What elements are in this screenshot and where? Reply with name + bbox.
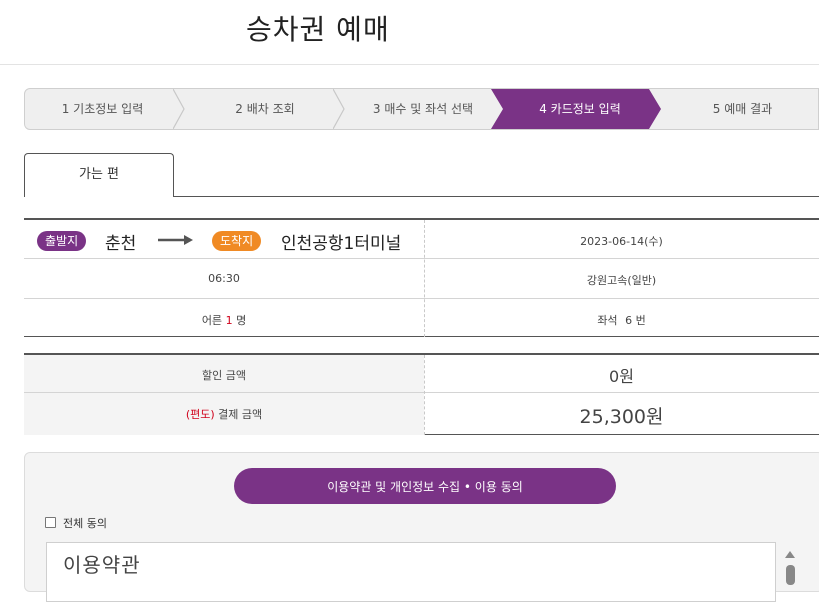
seat-unit: 번 <box>635 314 646 327</box>
title-divider <box>0 64 819 65</box>
all-agree-label[interactable]: 전체 동의 <box>63 515 107 531</box>
tab-outbound-label: 가는 편 <box>78 167 119 182</box>
terms-box[interactable]: 이용약관 <box>46 542 776 602</box>
step-5-label: 5 예매 결과 <box>712 102 773 116</box>
payment-label: 결제 금액 <box>218 408 263 421</box>
terms-title: 이용약관 <box>63 553 141 577</box>
scroll-up-icon[interactable] <box>785 551 795 558</box>
payment-value: 25,300원 <box>579 406 664 428</box>
arrow-right-icon <box>158 235 193 245</box>
page-title: 승차권 예매 <box>246 13 390 46</box>
payment-label-cell: (편도) 결제 금액 <box>24 406 424 422</box>
seat-info: 좌석 6 번 <box>424 312 819 328</box>
step-4: 4 카드정보 입력 <box>495 89 665 129</box>
trip-info-table: 출발지 춘천 도착지 인천공항1터미널 2023-06-14(수) 06:30 … <box>24 218 819 337</box>
step-2: 2 배차 조회 <box>185 89 345 129</box>
bus-company: 강원고속(일반) <box>586 274 657 287</box>
step-3: 3 매수 및 좌석 선택 <box>345 89 501 129</box>
tab-outbound[interactable]: 가는 편 <box>24 153 174 197</box>
price-row-divider <box>24 392 819 393</box>
step-separator-2 <box>333 89 345 129</box>
passenger-unit: 명 <box>236 314 247 327</box>
departure-time: 06:30 <box>208 272 240 285</box>
step-1: 1 기초정보 입력 <box>25 89 180 129</box>
step-4-label: 4 카드정보 입력 <box>539 102 621 116</box>
step-3-label: 3 매수 및 좌석 선택 <box>372 102 474 116</box>
price-table: 할인 금액 0원 (편도) 결제 금액 25,300원 <box>24 353 819 435</box>
row-divider <box>24 258 819 259</box>
discount-value: 0원 <box>609 367 634 386</box>
arrival-city: 인천공항1터미널 <box>281 234 402 254</box>
step-5: 5 예매 결과 <box>665 89 818 129</box>
departure-city: 춘천 <box>105 234 137 254</box>
seat-label: 좌석 <box>597 314 618 327</box>
passenger-number: 1 <box>225 314 233 327</box>
payment-prefix: (편도) <box>185 408 215 421</box>
departure-date: 2023-06-14(수) <box>580 235 663 248</box>
step-progress-bar: 1 기초정보 입력 2 배차 조회 3 매수 및 좌석 선택 4 카드정보 입력… <box>24 88 819 130</box>
tab-underline <box>174 196 819 197</box>
step-separator-1 <box>173 89 185 129</box>
departure-badge: 출발지 <box>37 231 87 251</box>
scrollbar-thumb[interactable] <box>786 565 795 585</box>
passenger-label: 어른 <box>201 314 223 327</box>
arrival-badge: 도착지 <box>212 231 262 251</box>
seat-number: 6 <box>625 314 633 327</box>
terms-agreement-button[interactable]: 이용약관 및 개인정보 수집 • 이용 동의 <box>234 468 616 504</box>
row-divider <box>24 298 819 299</box>
all-agree-checkbox[interactable] <box>45 517 56 528</box>
discount-label: 할인 금액 <box>202 369 246 382</box>
step-2-label: 2 배차 조회 <box>235 102 295 116</box>
passenger-count: 어른 1 명 <box>24 312 424 328</box>
agreement-section: 이용약관 및 개인정보 수집 • 이용 동의 전체 동의 이용약관 <box>24 452 819 602</box>
step-1-label: 1 기초정보 입력 <box>61 102 144 116</box>
